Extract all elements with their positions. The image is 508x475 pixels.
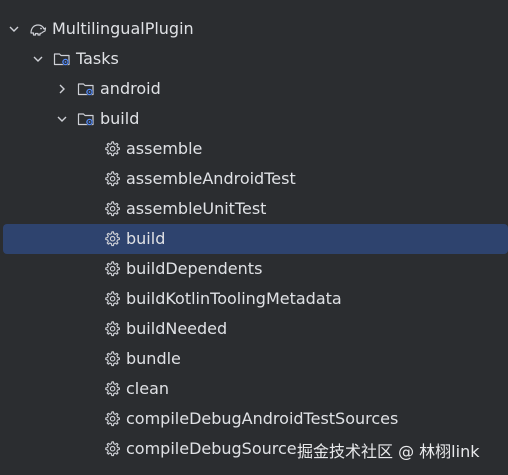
elephant-icon: [28, 14, 48, 44]
task-label: assembleAndroidTest: [126, 169, 296, 188]
task-label: buildDependents: [126, 259, 263, 278]
task-label: build: [126, 229, 166, 248]
task-label: clean: [126, 379, 170, 398]
task-label: buildKotlinToolingMetadata: [126, 289, 342, 308]
tree-node-label: build: [100, 109, 140, 128]
tree-node-tasks[interactable]: Tasks: [0, 44, 508, 74]
tree-node-label: MultilingualPlugin: [52, 19, 194, 38]
chevron-down-icon[interactable]: [30, 44, 46, 74]
folder-gear-icon: [76, 74, 96, 104]
task-item-build[interactable]: build: [3, 224, 508, 254]
tree-node-root[interactable]: MultilingualPlugin: [0, 14, 508, 44]
gear-icon: [102, 284, 122, 314]
folder-gear-icon: [76, 104, 96, 134]
chevron-right-icon[interactable]: [54, 74, 70, 104]
gear-icon: [102, 134, 122, 164]
gear-icon: [102, 344, 122, 374]
gear-icon: [102, 374, 122, 404]
task-item-build-kotlin-tooling-metadata[interactable]: buildKotlinToolingMetadata: [0, 284, 508, 314]
task-item-assemble[interactable]: assemble: [0, 134, 508, 164]
task-item-compile-debug-android-test-sources[interactable]: compileDebugAndroidTestSources: [0, 404, 508, 434]
gear-icon: [102, 434, 122, 464]
task-item-clean[interactable]: clean: [0, 374, 508, 404]
tree-node-build-group[interactable]: build: [0, 104, 508, 134]
task-item-assemble-android-test[interactable]: assembleAndroidTest: [0, 164, 508, 194]
gear-icon: [102, 224, 122, 254]
folder-gear-icon: [52, 44, 72, 74]
task-label: assemble: [126, 139, 203, 158]
task-label: compileDebugAndroidTestSources: [126, 409, 399, 428]
gear-icon: [102, 194, 122, 224]
task-label: bundle: [126, 349, 181, 368]
gear-icon: [102, 164, 122, 194]
task-label: buildNeeded: [126, 319, 228, 338]
task-item-build-dependents[interactable]: buildDependents: [0, 254, 508, 284]
task-label: assembleUnitTest: [126, 199, 267, 218]
chevron-down-icon[interactable]: [54, 104, 70, 134]
task-item-build-needed[interactable]: buildNeeded: [0, 314, 508, 344]
tree-node-android[interactable]: android: [0, 74, 508, 104]
gear-icon: [102, 254, 122, 284]
task-item-bundle[interactable]: bundle: [0, 344, 508, 374]
task-item-assemble-unit-test[interactable]: assembleUnitTest: [0, 194, 508, 224]
chevron-down-icon[interactable]: [6, 14, 22, 44]
task-label: compileDebugSource: [126, 439, 297, 458]
tree-node-label: android: [100, 79, 161, 98]
gear-icon: [102, 404, 122, 434]
watermark: 掘金技术社区 @ 林栩link: [297, 442, 480, 461]
tree-node-label: Tasks: [76, 49, 119, 68]
gear-icon: [102, 314, 122, 344]
